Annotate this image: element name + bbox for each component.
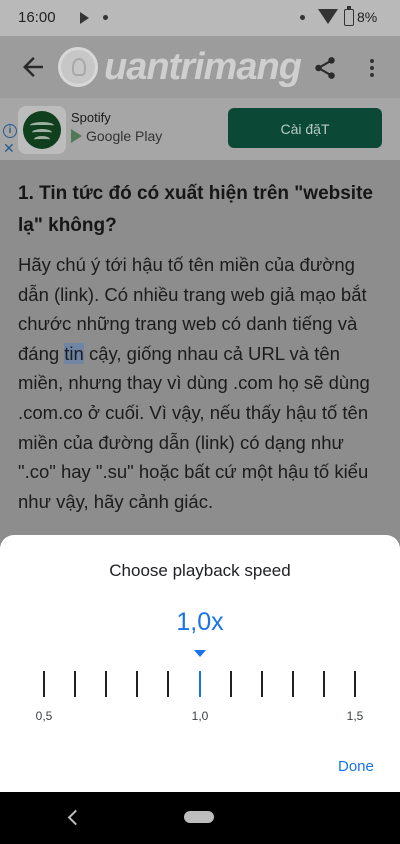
speed-tick[interactable] xyxy=(43,671,45,697)
ad-store-label: Google Play xyxy=(86,128,163,144)
speed-tick[interactable] xyxy=(74,671,77,697)
done-button[interactable]: Done xyxy=(338,758,374,775)
more-vert-icon[interactable] xyxy=(368,56,376,80)
ad-store: Google Play xyxy=(71,128,162,144)
speed-label-min: 0,5 xyxy=(35,709,53,723)
spotify-logo-icon xyxy=(23,111,61,149)
nav-back-icon[interactable] xyxy=(67,809,84,826)
notification-dot-icon xyxy=(103,15,108,20)
speed-value: 1,0x xyxy=(176,608,224,636)
speed-tick[interactable] xyxy=(291,671,294,697)
speed-slider[interactable] xyxy=(0,671,400,697)
share-icon[interactable] xyxy=(312,54,338,82)
article-heading: 1. Tin tức đó có xuất hiện trên "website… xyxy=(18,183,373,236)
speed-pointer-icon xyxy=(194,650,206,657)
speed-label-mid: 1,0 xyxy=(191,709,209,723)
app-bar: uantrimang xyxy=(0,36,400,98)
speed-tick[interactable] xyxy=(260,671,263,697)
sheet-title: Choose playback speed xyxy=(109,561,291,580)
play-notification-icon xyxy=(80,12,89,24)
ad-info-icon[interactable]: i xyxy=(3,124,17,138)
back-arrow-icon[interactable] xyxy=(18,52,48,82)
battery-icon xyxy=(344,6,354,26)
speed-tick[interactable] xyxy=(136,671,139,697)
nav-home-pill[interactable] xyxy=(184,811,214,823)
playback-speed-sheet: Choose playback speed 1,0x 0,5 1,0 1,5 D… xyxy=(0,535,400,792)
status-time: 16:00 xyxy=(18,9,56,26)
system-nav-bar xyxy=(0,792,400,844)
speed-tick[interactable] xyxy=(167,671,170,697)
spotify-app-icon[interactable] xyxy=(18,106,66,154)
ad-close-icon[interactable]: ✕ xyxy=(3,141,15,155)
lightbulb-icon xyxy=(58,47,98,87)
notification-dot-icon xyxy=(300,15,305,20)
brand-text: uantrimang xyxy=(104,45,302,88)
wifi-icon xyxy=(318,9,338,24)
battery-percent: 8% xyxy=(357,9,378,25)
speed-label-max: 1,5 xyxy=(346,709,364,723)
speed-tick[interactable] xyxy=(322,671,325,697)
paragraph-text: cậy, giống nhau cả URL và tên miền, nhưn… xyxy=(18,342,370,512)
speed-tick[interactable] xyxy=(229,671,232,697)
speed-tick[interactable] xyxy=(354,671,356,697)
google-play-icon xyxy=(71,129,82,143)
article-content: 1. Tin tức đó có xuất hiện trên "website… xyxy=(0,160,400,540)
speed-tick[interactable] xyxy=(105,671,108,697)
highlighted-word: tin xyxy=(64,342,84,364)
article-paragraph: Hãy chú ý tới hậu tố tên miền của đường … xyxy=(18,250,386,516)
status-bar: 16:00 8% xyxy=(0,0,400,36)
install-button[interactable]: Cài đặT xyxy=(228,108,382,148)
brand-logo: uantrimang xyxy=(58,42,302,92)
ad-app-name: Spotify xyxy=(71,110,111,125)
speed-tick-selected[interactable] xyxy=(198,671,201,697)
